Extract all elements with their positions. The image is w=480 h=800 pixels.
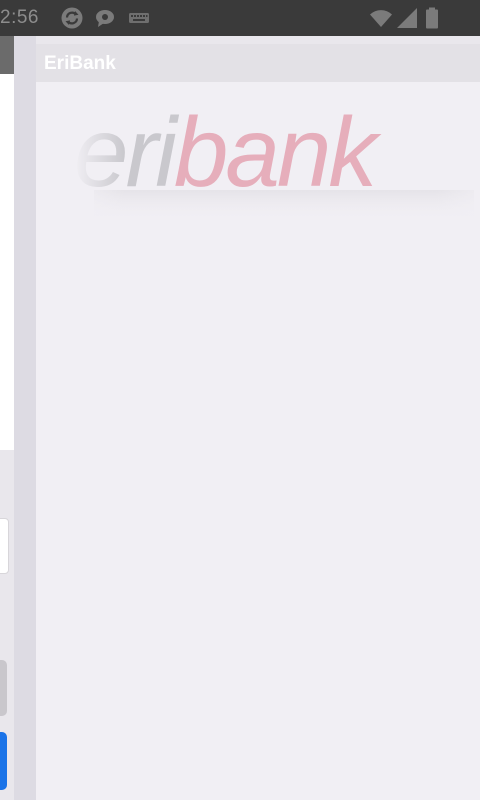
sync-icon bbox=[61, 7, 83, 29]
eribank-logo: eribank bbox=[74, 92, 480, 222]
background-primary-button bbox=[0, 732, 7, 790]
background-app-bar bbox=[0, 36, 14, 74]
status-time: 2:56 bbox=[0, 7, 39, 28]
battery-icon bbox=[426, 7, 438, 29]
wifi-icon bbox=[370, 10, 392, 27]
background-input-field bbox=[0, 518, 9, 574]
logo-fade-overlay bbox=[74, 92, 480, 222]
background-screen bbox=[0, 36, 14, 800]
cell-signal-icon bbox=[397, 8, 417, 28]
app-title: EriBank bbox=[44, 53, 116, 74]
chat-bubble-icon bbox=[96, 10, 114, 27]
screen: 2:56 EriBank bbox=[0, 0, 480, 800]
app-panel: EriBank eribank bbox=[14, 36, 480, 800]
app-bar: EriBank bbox=[36, 44, 480, 82]
keyboard-icon bbox=[129, 13, 149, 23]
status-bar: 2:56 bbox=[0, 0, 480, 36]
background-secondary-button bbox=[0, 660, 7, 716]
panel-top-strip bbox=[36, 36, 480, 44]
panel-edge[interactable] bbox=[14, 36, 36, 800]
